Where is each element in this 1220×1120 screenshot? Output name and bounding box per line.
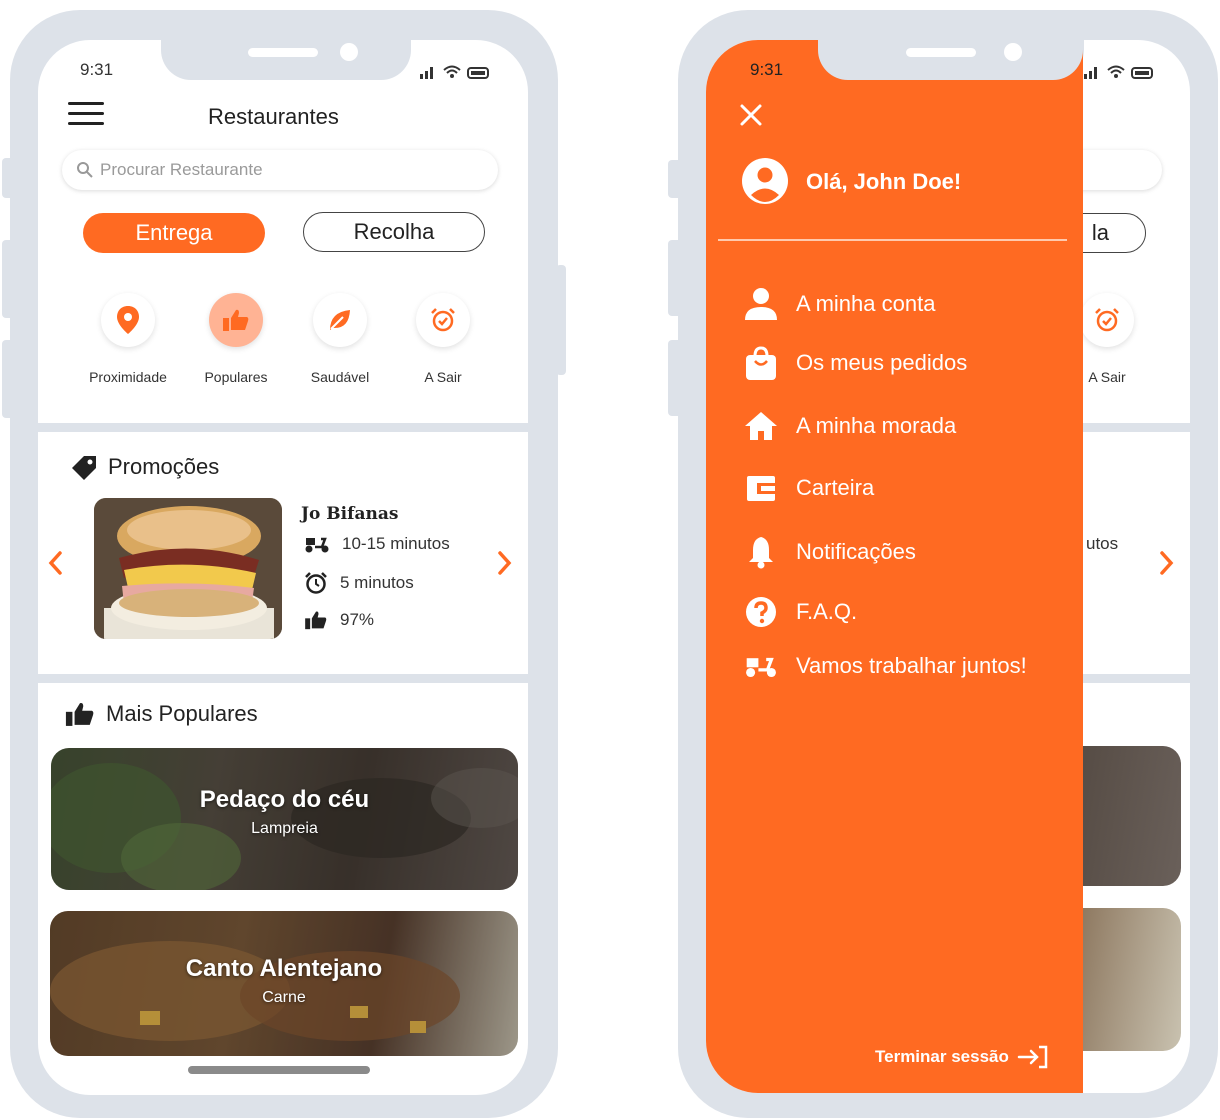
menu-item-account[interactable]: A minha conta (742, 286, 935, 322)
promo-rating: 97% (340, 610, 375, 629)
category-popular[interactable]: Populares (181, 293, 291, 385)
phone-screen-right: 9:31 la A Sair utos 9:31 (706, 40, 1190, 1093)
thumbs-up-icon (65, 702, 94, 726)
menu-greeting: Olá, John Doe! (806, 169, 962, 194)
category-label: Proximidade (89, 369, 167, 385)
promotions-heading: Promoções (70, 454, 219, 480)
promo-delivery-row: 10-15 minutos (304, 534, 450, 554)
notch (818, 40, 1083, 80)
side-button (2, 340, 14, 418)
logout-label: Terminar sessão (875, 1047, 1009, 1066)
status-icons (1084, 64, 1156, 83)
menu-item-label: A minha conta (796, 291, 936, 316)
promo-prep-time: 5 minutos (340, 573, 414, 592)
status-icons (420, 64, 492, 83)
shopping-bag-icon (742, 345, 780, 381)
wallet-icon (742, 473, 780, 503)
menu-item-label: Carteira (796, 475, 875, 500)
side-button (668, 340, 682, 416)
thumbs-up-icon (305, 611, 327, 630)
menu-item-faq[interactable]: F.A.Q. (742, 596, 857, 628)
camera (340, 43, 358, 61)
menu-item-label: Os meus pedidos (796, 350, 968, 375)
promo-restaurant-name[interactable]: Jo Bifanas (301, 504, 398, 524)
home-indicator (188, 1066, 370, 1074)
next-arrow-icon[interactable] (494, 548, 514, 578)
promo-minutes-partial: utos (1086, 534, 1119, 553)
menu-item-wallet[interactable]: Carteira (742, 473, 874, 503)
tab-pickup[interactable]: Recolha (303, 212, 485, 252)
promo-delivery-time: 10-15 minutos (342, 534, 450, 553)
promo-image[interactable] (94, 498, 282, 639)
alarm-clock-icon (305, 572, 327, 594)
question-icon (742, 596, 780, 628)
thumbs-up-icon (209, 293, 263, 347)
phone-screen-left: 9:31 Restaurantes Procurar Restaurante E… (38, 40, 528, 1095)
category-label: Populares (204, 369, 268, 385)
menu-item-label: A minha morada (796, 413, 957, 438)
alarm-clock-icon (1080, 293, 1134, 347)
popular-heading: Mais Populares (64, 701, 258, 727)
side-menu: 9:31 Olá, John Doe! A minha conta Os meu… (706, 40, 1083, 1093)
section-divider (38, 423, 528, 432)
camera (1004, 43, 1022, 61)
scooter-icon (742, 653, 780, 679)
search-input[interactable]: Procurar Restaurante (100, 160, 263, 180)
menu-item-label: F.A.Q. (796, 599, 858, 624)
logout-button[interactable]: Terminar sessão (875, 1044, 1049, 1070)
status-time: 9:31 (80, 60, 114, 79)
search-icon (77, 162, 93, 178)
side-button (2, 158, 14, 198)
menu-item-label: Notificações (796, 539, 916, 564)
tab-pickup-label: la (1091, 220, 1109, 245)
prev-arrow-icon[interactable] (46, 548, 66, 578)
menu-item-orders[interactable]: Os meus pedidos (742, 345, 967, 381)
restaurant-category: Lampreia (251, 820, 318, 837)
promo-prep-row: 5 minutos (304, 571, 414, 595)
user-avatar-icon (742, 158, 788, 204)
popular-title: Mais Populares (106, 701, 258, 726)
menu-status-time: 9:31 (750, 60, 784, 79)
restaurant-name: Canto Alentejano (185, 955, 383, 982)
side-button (556, 265, 566, 375)
category-proximity[interactable]: Proximidade (73, 293, 183, 385)
promotions-title: Promoções (108, 454, 220, 479)
category-label: A Sair (424, 369, 462, 385)
location-pin-icon (101, 293, 155, 347)
category-leaving[interactable]: A Sair (388, 293, 498, 385)
notch (161, 40, 411, 80)
page-title: Restaurantes (208, 104, 339, 129)
close-icon[interactable] (738, 102, 764, 128)
speaker (906, 48, 976, 57)
restaurant-category: Carne (262, 989, 306, 1006)
category-healthy[interactable]: Saudável (285, 293, 395, 385)
restaurant-name: Pedaço do céu (199, 786, 370, 813)
menu-item-address[interactable]: A minha morada (742, 410, 956, 442)
side-button (668, 160, 682, 198)
menu-item-label: Vamos trabalhar juntos! (796, 653, 1027, 678)
speaker (248, 48, 318, 57)
category-label: Saudável (310, 369, 370, 385)
restaurant-card[interactable]: Pedaço do céu Lampreia (51, 748, 518, 890)
bell-icon (742, 535, 780, 569)
menu-item-notifications[interactable]: Notificações (742, 535, 916, 569)
tag-icon (72, 456, 96, 480)
section-divider (38, 674, 528, 683)
leaf-icon (313, 293, 367, 347)
user-icon (742, 286, 780, 322)
hamburger-menu-icon[interactable] (68, 102, 104, 126)
tab-delivery[interactable]: Entrega (83, 213, 265, 253)
promo-rating-row: 97% (304, 610, 374, 630)
side-button (668, 240, 682, 316)
menu-item-work-with-us[interactable]: Vamos trabalhar juntos! (742, 653, 1027, 679)
menu-divider (718, 239, 1067, 241)
alarm-clock-icon (416, 293, 470, 347)
side-button (2, 240, 14, 318)
search-bar[interactable]: Procurar Restaurante (62, 150, 498, 190)
logout-icon (1017, 1045, 1048, 1069)
next-arrow-icon[interactable] (1156, 548, 1176, 578)
scooter-icon (305, 537, 329, 553)
restaurant-card[interactable]: Canto Alentejano Carne (50, 911, 518, 1056)
home-icon (742, 410, 780, 442)
